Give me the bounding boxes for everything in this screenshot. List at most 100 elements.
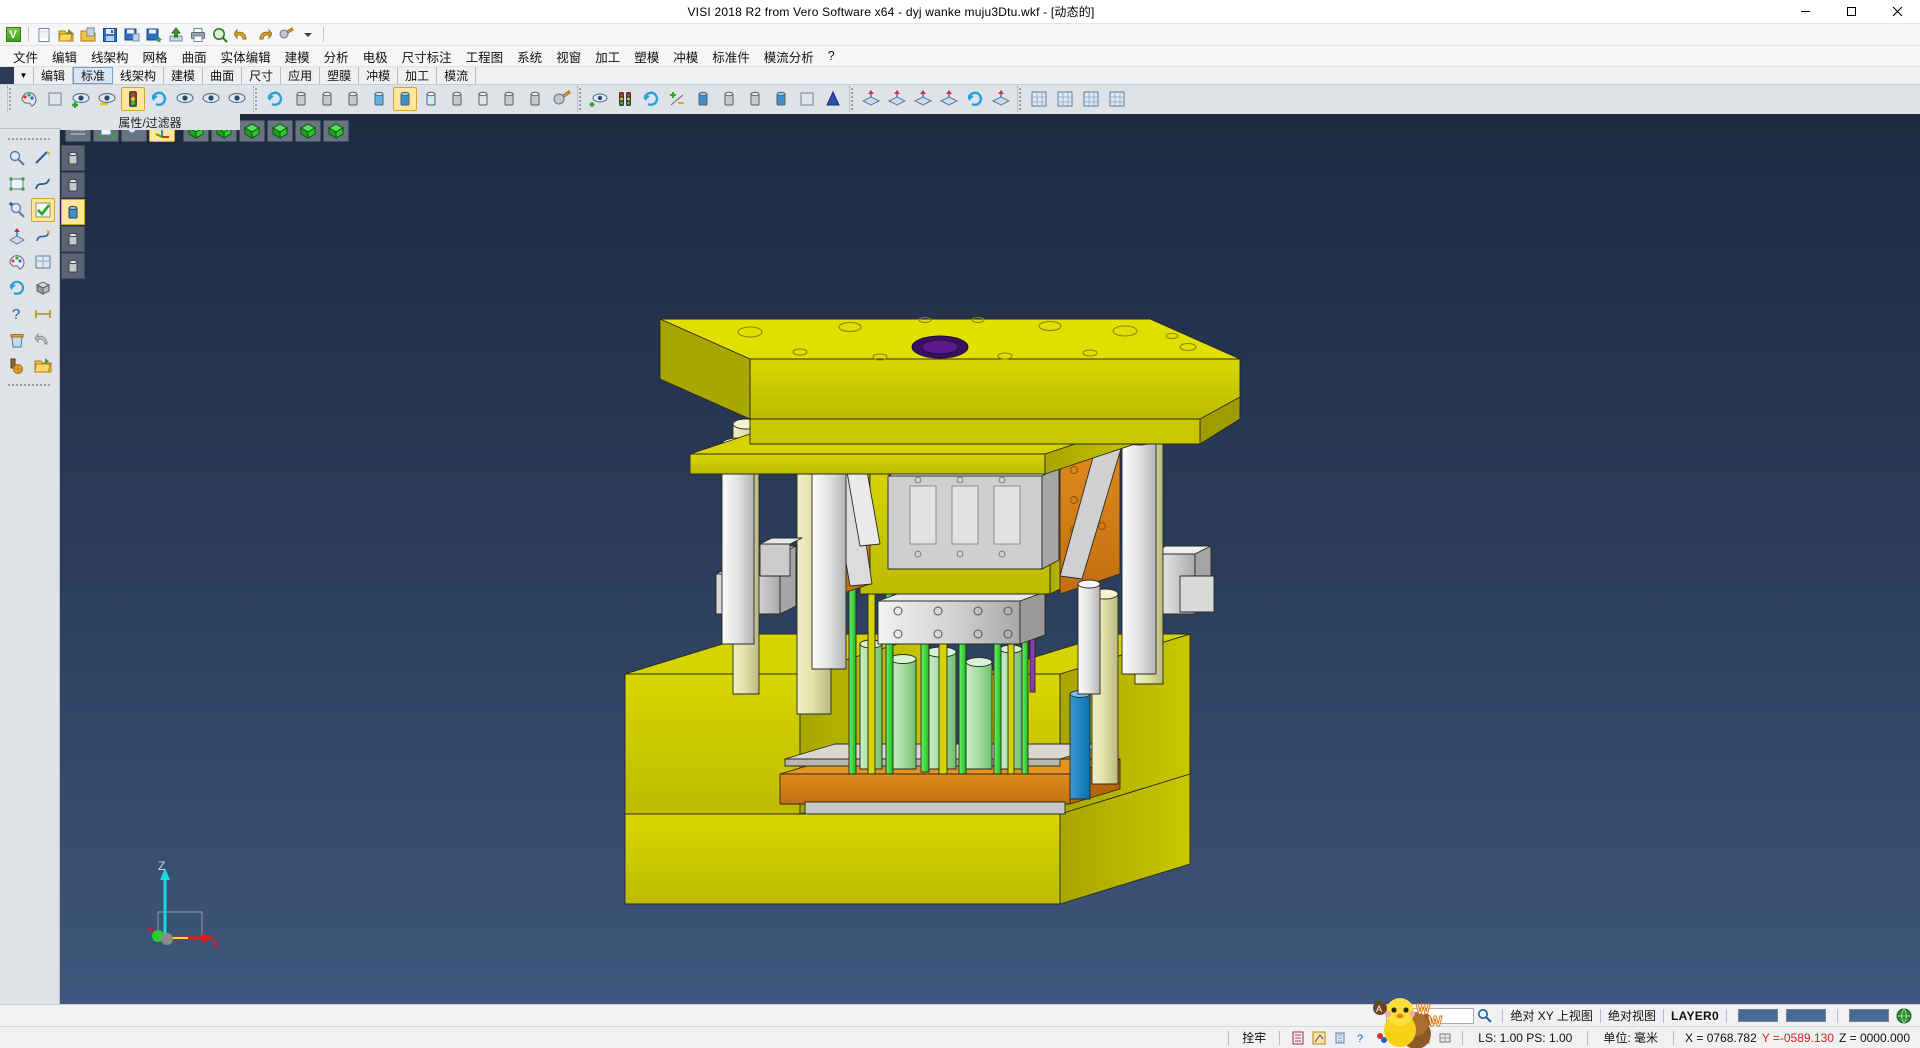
ribbon-tab-0[interactable]: 编辑 — [34, 67, 73, 84]
menu-item-14[interactable]: 塑模 — [627, 45, 666, 68]
section-cyan-icon[interactable] — [769, 87, 793, 111]
ribbon-tab-3[interactable]: 建模 — [164, 67, 203, 84]
hidden-dashed-cyl-icon[interactable] — [341, 87, 365, 111]
menu-item-8[interactable]: 电极 — [356, 45, 395, 68]
toggle-visibility-icon[interactable] — [173, 87, 197, 111]
menu-item-9[interactable]: 尺寸标注 — [395, 45, 459, 68]
menu-item-7[interactable]: 分析 — [317, 45, 356, 68]
ribbon-tab-6[interactable]: 应用 — [281, 67, 320, 84]
section-check-icon[interactable] — [743, 87, 767, 111]
workplane-rotate-icon[interactable] — [963, 87, 987, 111]
ribbon-group-grip[interactable] — [577, 86, 583, 112]
workplane-add-icon[interactable] — [859, 87, 883, 111]
view-mode-label[interactable]: 绝对 XY 上视图 — [1510, 1007, 1592, 1024]
mesh-blue-icon[interactable] — [795, 87, 819, 111]
system-grid-icon[interactable] — [1105, 87, 1129, 111]
ribbon-tab-9[interactable]: 加工 — [398, 67, 437, 84]
view-add-icon[interactable] — [587, 87, 611, 111]
transparent-cyl-icon[interactable] — [419, 87, 443, 111]
snap-help-icon[interactable]: ? — [1350, 1029, 1371, 1047]
menu-item-16[interactable]: 标准件 — [705, 45, 757, 68]
workplane-pair-icon[interactable] — [885, 87, 909, 111]
minimize-button[interactable] — [1782, 0, 1828, 24]
menu-item-18[interactable]: ? — [821, 47, 842, 65]
color-palette-icon[interactable] — [17, 87, 41, 111]
add-visible-icon[interactable] — [199, 87, 223, 111]
print-icon[interactable] — [187, 25, 209, 45]
cad-viewport[interactable]: Z X — [60, 114, 1920, 1004]
ribbon-group-grip[interactable] — [7, 86, 13, 112]
draw-curve-icon[interactable] — [31, 172, 55, 196]
image-properties-icon[interactable] — [43, 87, 67, 111]
import-icon[interactable] — [77, 25, 99, 45]
snap-point-icon[interactable] — [1308, 1029, 1329, 1047]
menu-item-12[interactable]: 视窗 — [549, 45, 588, 68]
system-config-icon[interactable] — [1027, 87, 1051, 111]
shaded-cyl-outline-icon[interactable] — [367, 87, 391, 111]
ribbon-group-grip[interactable] — [1017, 86, 1023, 112]
shade-refresh-icon[interactable] — [263, 87, 287, 111]
edit-curve-icon[interactable] — [31, 224, 55, 248]
delete-trash-icon[interactable] — [5, 328, 29, 352]
close-button[interactable] — [1874, 0, 1920, 24]
ribbon-tab-1[interactable]: 标准 — [73, 67, 113, 84]
toolbar-grip[interactable] — [8, 136, 52, 142]
color-swatch-1[interactable] — [1738, 1009, 1778, 1022]
view-lights-icon[interactable] — [613, 87, 637, 111]
undo-icon[interactable] — [231, 25, 253, 45]
mold-assembly-model[interactable] — [60, 114, 1920, 1004]
open-folder-icon[interactable] — [55, 25, 77, 45]
mesh-cyl-icon[interactable] — [471, 87, 495, 111]
section-blue-icon[interactable] — [691, 87, 715, 111]
workplane-frame-icon[interactable] — [911, 87, 935, 111]
ribbon-tab-4[interactable]: 曲面 — [203, 67, 242, 84]
view-rotate-icon[interactable] — [639, 87, 663, 111]
menu-item-10[interactable]: 工程图 — [459, 45, 511, 68]
snap-mid-icon[interactable] — [1329, 1029, 1350, 1047]
cyl-refresh-icon[interactable] — [497, 87, 521, 111]
menu-item-4[interactable]: 曲面 — [175, 45, 214, 68]
cone-blue-icon[interactable] — [821, 87, 845, 111]
ribbon-group-grip[interactable] — [849, 86, 855, 112]
toolbar-grip-bottom[interactable] — [8, 382, 52, 388]
settings-tools-icon[interactable] — [275, 25, 297, 45]
ribbon-tab-8[interactable]: 冲模 — [359, 67, 398, 84]
redraw-icon[interactable] — [5, 276, 29, 300]
shaded-box-icon[interactable] — [31, 276, 55, 300]
workplane-face-icon[interactable] — [989, 87, 1013, 111]
menu-item-1[interactable]: 编辑 — [45, 45, 84, 68]
magnifier-icon[interactable] — [1474, 1007, 1495, 1025]
hide-entity-icon[interactable] — [95, 87, 119, 111]
dynamic-rotate-icon[interactable] — [5, 224, 29, 248]
help-icon[interactable]: ? — [5, 302, 29, 326]
measure-icon[interactable] — [31, 302, 55, 326]
menu-item-3[interactable]: 网格 — [136, 45, 175, 68]
refresh-view-icon[interactable] — [147, 87, 171, 111]
globe-icon[interactable] — [1893, 1007, 1914, 1025]
menu-item-13[interactable]: 加工 — [588, 45, 627, 68]
gray-cyl-icon[interactable] — [445, 87, 469, 111]
section-clear-icon[interactable] — [717, 87, 741, 111]
ribbon-group-grip[interactable] — [253, 86, 259, 112]
snap-grid-icon[interactable] — [1287, 1029, 1308, 1047]
menu-item-11[interactable]: 系统 — [510, 45, 549, 68]
tabstrip-dropdown-icon[interactable]: ▼ — [14, 67, 34, 84]
shade-settings-icon[interactable] — [549, 87, 573, 111]
menu-item-2[interactable]: 线架构 — [84, 45, 136, 68]
system-layer-icon[interactable] — [1079, 87, 1103, 111]
ribbon-tab-10[interactable]: 模流 — [437, 67, 476, 84]
remove-visible-icon[interactable] — [225, 87, 249, 111]
maximize-button[interactable] — [1828, 0, 1874, 24]
save-as-icon[interactable] — [121, 25, 143, 45]
hidden-line-cyl-icon[interactable] — [315, 87, 339, 111]
color-swatch-3[interactable] — [1849, 1009, 1889, 1022]
fit-window-icon[interactable] — [5, 172, 29, 196]
save-icon[interactable] — [99, 25, 121, 45]
open-folder-icon[interactable] — [31, 354, 55, 378]
overflow-chevron-icon[interactable] — [297, 25, 319, 45]
traffic-light-icon[interactable] — [121, 87, 145, 111]
machining-icon[interactable] — [5, 354, 29, 378]
menu-item-17[interactable]: 模流分析 — [757, 45, 821, 68]
ribbon-tab-5[interactable]: 尺寸 — [242, 67, 281, 84]
color-swatch-2[interactable] — [1786, 1009, 1826, 1022]
